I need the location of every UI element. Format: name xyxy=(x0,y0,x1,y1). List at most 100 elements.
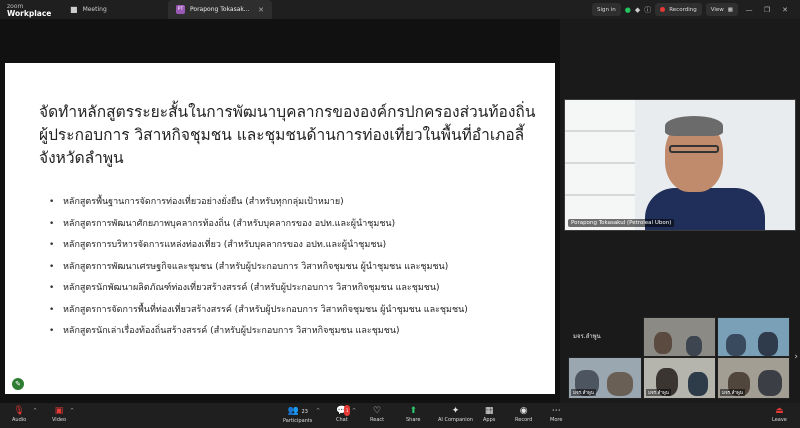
participants-label: Participants xyxy=(283,418,313,424)
tab-meeting-label: Meeting xyxy=(82,6,107,13)
recording-dot-icon xyxy=(660,7,666,12)
gallery-tile[interactable]: มจร.ลำพูน xyxy=(717,357,790,399)
recording-label: Recording xyxy=(669,6,697,13)
participants-icon: 👥 23 xyxy=(287,406,308,416)
tile-name-label: มจร.ลำพูน xyxy=(646,389,671,396)
share-button[interactable]: ⬆ Share xyxy=(406,406,420,424)
maximize-icon[interactable]: ❐ xyxy=(760,6,774,14)
security-shield-icon[interactable]: ● xyxy=(625,6,631,14)
record-icon: ◉ xyxy=(519,406,528,416)
recording-indicator[interactable]: Recording xyxy=(655,3,702,16)
speaker-hair xyxy=(665,116,723,136)
speaker-glasses xyxy=(669,145,719,153)
sign-in-button[interactable]: Sign in xyxy=(597,7,616,13)
participant-figure xyxy=(688,372,708,396)
tile-name-label: มจร.ลำพูน xyxy=(720,389,745,396)
close-icon[interactable]: ✕ xyxy=(258,6,264,14)
sign-in-group: Sign in xyxy=(591,3,621,16)
protected-icon[interactable]: ◆ xyxy=(635,6,640,14)
chat-icon: 💬 1 xyxy=(336,405,351,416)
apps-button[interactable]: ▦ Apps xyxy=(483,406,495,424)
apps-grid-icon: ▦ xyxy=(484,406,494,416)
react-button[interactable]: ♡ React xyxy=(370,406,384,424)
slide-bullet: หลักสูตรการพัฒนาเศรษฐกิจและชุมชน (สำหรับ… xyxy=(49,261,539,274)
video-panel: Porapong Tokasakul (Petroleal Ubon) มจร.… xyxy=(560,19,800,403)
audio-label: Audio xyxy=(12,417,27,423)
participant-figure xyxy=(726,334,746,356)
zoom-logo: zoom Workplace xyxy=(0,3,62,17)
shelf-line xyxy=(565,194,635,196)
meeting-toolbar: 🎙 Audio ^ ▣ Video ^ 👥 23 Participants ^ … xyxy=(0,403,800,428)
sparkle-icon: ✦ xyxy=(451,406,460,416)
chat-button[interactable]: 💬 1 Chat xyxy=(336,405,351,424)
chat-badge: 1 xyxy=(343,405,351,416)
leave-label: Leave xyxy=(772,417,787,423)
participant-figure xyxy=(758,332,778,356)
tab-participant-label: Porapong Tokasakul (Petroleal Ubon) xyxy=(190,6,252,13)
chat-label: Chat xyxy=(336,417,348,423)
audio-button[interactable]: 🎙 Audio xyxy=(12,406,26,424)
video-label: Video xyxy=(52,417,67,423)
slide-bullet: หลักสูตรการจัดการพื้นที่ท่องเที่ยวสร้างส… xyxy=(49,304,539,317)
view-label: View xyxy=(710,6,724,13)
background-shelf xyxy=(565,100,635,230)
grid-icon: ▦ xyxy=(727,6,733,13)
annotate-pencil-icon[interactable]: ✎ xyxy=(12,378,24,390)
zoom-window: zoom Workplace ■ Meeting PT Porapong Tok… xyxy=(0,0,800,428)
participant-figure xyxy=(607,372,633,396)
active-speaker-video[interactable]: Porapong Tokasakul (Petroleal Ubon) xyxy=(564,99,796,231)
shelf-line xyxy=(565,162,635,164)
camera-icon: ■ xyxy=(70,5,78,14)
leave-button[interactable]: ⏏ Leave xyxy=(772,406,787,424)
more-button[interactable]: ⋯ More xyxy=(550,406,562,424)
apps-label: Apps xyxy=(483,417,496,423)
gallery-tile[interactable]: มจร.ลำพูน xyxy=(568,357,642,399)
video-options-icon[interactable]: ^ xyxy=(70,408,74,414)
title-bar-controls: Sign in ● ◆ ⓘ Recording View ▦ — ❐ ✕ xyxy=(591,0,800,19)
video-off-icon: ▣ xyxy=(54,406,64,416)
info-icon[interactable]: ⓘ xyxy=(644,5,651,15)
leave-icon: ⏏ xyxy=(775,406,784,416)
gallery-tile[interactable] xyxy=(717,317,790,357)
participants-options-icon[interactable]: ^ xyxy=(316,408,320,414)
gallery-strip: มจร.ลำพูน มจร.ลำพูน มจร.ลำพูน xyxy=(568,317,790,399)
heart-icon: ♡ xyxy=(373,406,382,416)
close-window-icon[interactable]: ✕ xyxy=(778,6,792,14)
gallery-next-icon[interactable]: › xyxy=(794,352,798,362)
view-button[interactable]: View ▦ xyxy=(705,3,738,16)
gallery-tile[interactable] xyxy=(643,317,716,357)
participant-figure xyxy=(758,370,782,396)
audio-options-icon[interactable]: ^ xyxy=(33,408,37,414)
participant-figure xyxy=(686,336,702,356)
shared-screen: จัดทำหลักสูตรระยะสั้นในการพัฒนาบุคลากรขอ… xyxy=(0,19,560,403)
minimize-icon[interactable]: — xyxy=(742,6,756,14)
ai-companion-button[interactable]: ✦ AI Companion xyxy=(438,406,473,424)
gallery-label: มจร.ลำพูน xyxy=(573,333,601,340)
participant-avatar: PT xyxy=(176,5,185,14)
presentation-slide: จัดทำหลักสูตรระยะสั้นในการพัฒนาบุคลากรขอ… xyxy=(5,63,555,394)
tile-name-label: มจร.ลำพูน xyxy=(571,389,596,396)
shelf-line xyxy=(565,130,635,132)
record-label: Record xyxy=(515,417,533,423)
gallery-tile[interactable]: มจร.ลำพูน xyxy=(643,357,716,399)
tab-participant-view[interactable]: PT Porapong Tokasakul (Petroleal Ubon) ✕ xyxy=(168,0,272,19)
speaker-name-label: Porapong Tokasakul (Petroleal Ubon) xyxy=(568,219,675,227)
tab-meeting[interactable]: ■ Meeting xyxy=(62,0,168,19)
react-label: React xyxy=(370,417,385,423)
microphone-muted-icon: 🎙 xyxy=(13,406,25,416)
share-screen-icon: ⬆ xyxy=(409,406,417,416)
slide-bullet: หลักสูตรนักพัฒนาผลิตภัณฑ์ท่องเที่ยวสร้าง… xyxy=(49,282,539,295)
record-button[interactable]: ◉ Record xyxy=(515,406,532,424)
participants-count: 23 xyxy=(301,409,308,415)
video-button[interactable]: ▣ Video xyxy=(52,406,66,424)
share-label: Share xyxy=(406,417,421,423)
slide-bullet: หลักสูตรการพัฒนาศักยภาพบุคลากรท้องถิ่น (… xyxy=(49,218,539,231)
slide-title: จัดทำหลักสูตรระยะสั้นในการพัฒนาบุคลากรขอ… xyxy=(39,103,536,167)
more-label: More xyxy=(550,417,563,423)
participants-button[interactable]: 👥 23 Participants xyxy=(283,406,312,425)
participant-figure xyxy=(654,332,672,354)
slide-bullet: หลักสูตรนักเล่าเรื่องท้องถิ่นสร้างสรรค์ … xyxy=(49,325,539,338)
slide-bullet: หลักสูตรการบริหารจัดการแหล่งท่องเที่ยว (… xyxy=(49,239,539,252)
slide-bullet: หลักสูตรพื้นฐานการจัดการท่องเที่ยวอย่างย… xyxy=(49,196,539,209)
chat-options-icon[interactable]: ^ xyxy=(352,408,356,414)
